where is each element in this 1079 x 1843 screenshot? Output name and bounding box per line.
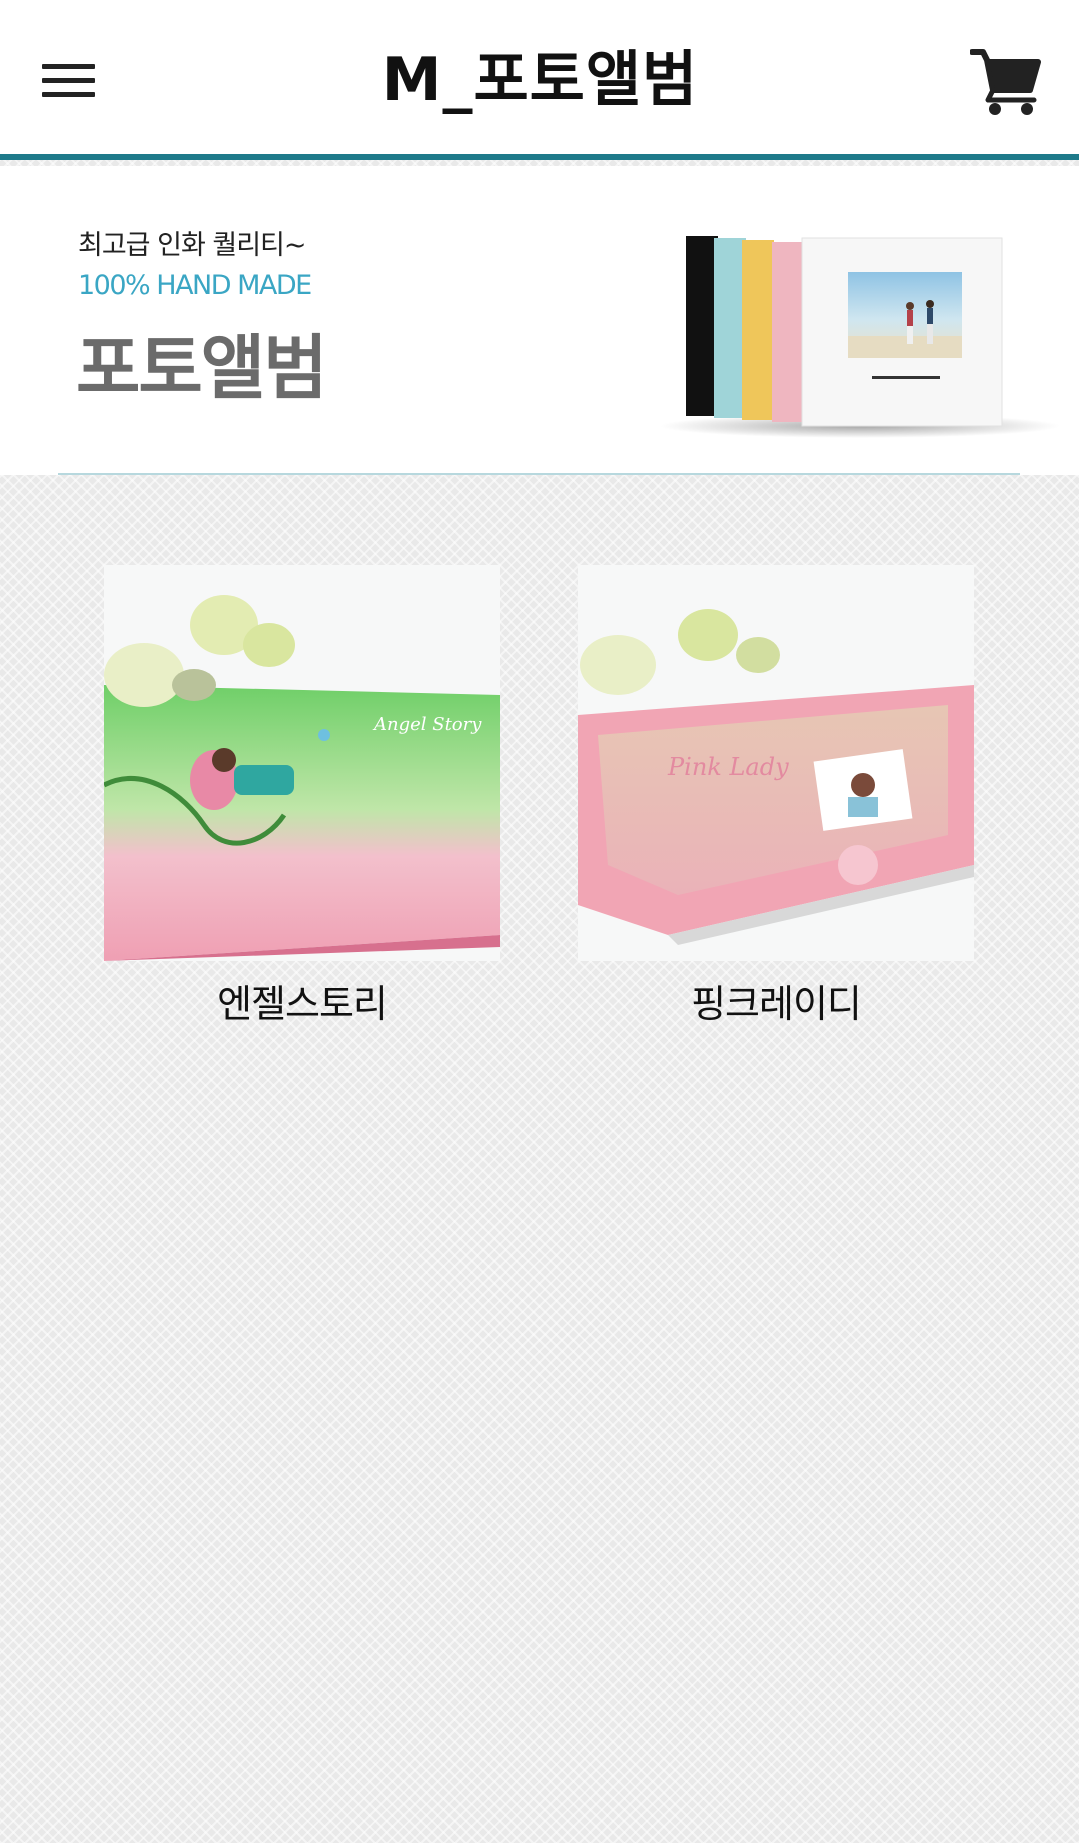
- product-name-angel-story[interactable]: 엔젤스토리: [104, 981, 500, 1027]
- banner-title: 포토앨범: [76, 327, 328, 409]
- cover-decor-text: Angel Story: [372, 714, 482, 735]
- product-card-angel-story[interactable]: Angel Story 엔젤스토리: [104, 565, 500, 1027]
- hamburger-menu-icon-bar: [42, 64, 95, 69]
- cover-decor-text: Pink Lady: [667, 753, 789, 781]
- product-image-angel-story[interactable]: Angel Story: [104, 565, 500, 961]
- banner-subtitle-quality: 최고급 인화 퀄리티~: [78, 230, 307, 261]
- hamburger-menu-icon-bar: [42, 92, 95, 97]
- product-card-pink-lady[interactable]: Pink Lady 핑크레이디: [578, 565, 974, 1027]
- banner-subtitle-handmade: 100% HAND MADE: [78, 270, 312, 301]
- app-title[interactable]: M_포토앨범: [340, 44, 740, 116]
- photo-album-stack-image: [660, 236, 1060, 438]
- shopping-cart-icon: [969, 49, 1041, 115]
- product-image-pink-lady[interactable]: Pink Lady: [578, 565, 974, 961]
- cart-button[interactable]: [969, 48, 1042, 116]
- app-header: M_포토앨범: [0, 0, 1079, 160]
- banner-divider: [58, 473, 1020, 475]
- promo-banner: 최고급 인화 퀄리티~ 100% HAND MADE 포토앨범: [0, 166, 1079, 475]
- product-name-pink-lady[interactable]: 핑크레이디: [578, 981, 974, 1027]
- hamburger-menu-icon-bar: [42, 78, 95, 83]
- menu-button[interactable]: [40, 62, 96, 102]
